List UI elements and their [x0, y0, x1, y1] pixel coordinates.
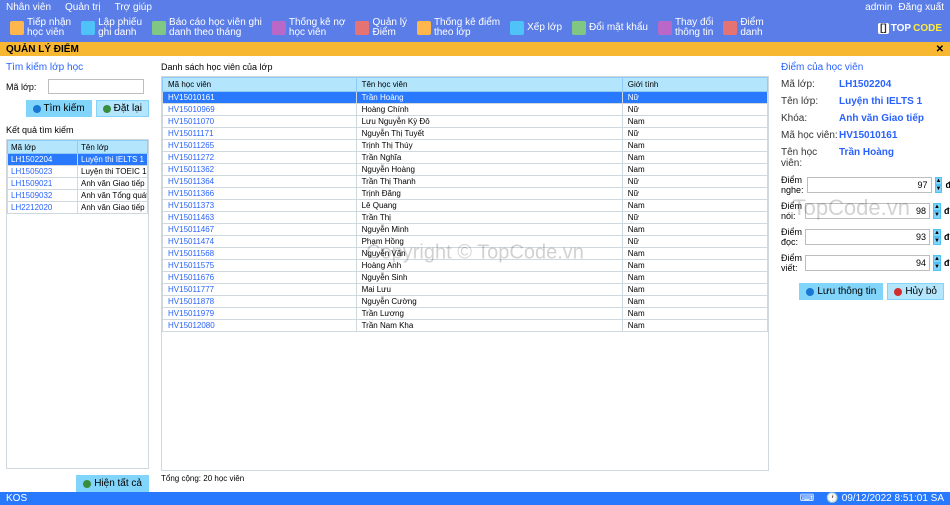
score-input[interactable]	[805, 255, 930, 271]
save-button[interactable]: Lưu thông tin	[799, 283, 883, 300]
status-left: KOS	[6, 493, 27, 504]
table-row[interactable]: HV15011364Trần Thị ThanhNữ	[163, 176, 768, 188]
info-field: Mã lớp:LH1502204	[781, 79, 944, 90]
toolbar-item[interactable]: Đổi mật khẩu	[568, 18, 652, 38]
score-row: Điểm đọc:▲▼điểm	[781, 227, 944, 247]
table-row[interactable]: HV15012080Trần Nam KhaNam	[163, 320, 768, 332]
table-row[interactable]: HV15011777Mai LưuNam	[163, 284, 768, 296]
toolbar-item[interactable]: Tiếp nhận học viên	[6, 18, 75, 38]
menu-item[interactable]: Trợ giúp	[115, 2, 152, 13]
info-field: Tên lớp:Luyện thi IELTS 1	[781, 96, 944, 107]
table-row[interactable]: HV15011568Nguyễn VănNam	[163, 248, 768, 260]
student-table[interactable]: Mã học viênTên học viênGiới tính HV15010…	[162, 77, 768, 332]
search-button[interactable]: Tìm kiếm	[26, 100, 92, 117]
score-stepper[interactable]: ▲▼	[933, 255, 941, 271]
toolbar-item[interactable]: Thống kê nợ học viên	[268, 18, 350, 38]
table-row[interactable]: LH1509021Anh văn Giao tiếp 1	[8, 178, 148, 190]
toolbar-item[interactable]: Điểm danh	[719, 18, 767, 38]
toolbar-item[interactable]: Thay đổi thông tin	[654, 18, 717, 38]
toolbar-icon	[658, 21, 672, 35]
table-row[interactable]: LH1505023Luyện thi TOEIC 1	[8, 166, 148, 178]
toolbar-icon	[510, 21, 524, 35]
score-stepper[interactable]: ▲▼	[935, 177, 943, 193]
score-row: Điểm nghe:▲▼điểm	[781, 175, 944, 195]
table-row[interactable]: HV15011366Trịnh ĐăngNữ	[163, 188, 768, 200]
toolbar-icon	[355, 21, 369, 35]
table-row[interactable]: HV15010161Trần HoàngNữ	[163, 92, 768, 104]
close-icon[interactable]: ✕	[936, 44, 944, 55]
student-list-title: Danh sách học viên của lớp	[161, 62, 769, 72]
score-row: Điểm viết:▲▼điểm	[781, 253, 944, 273]
score-input[interactable]	[805, 229, 930, 245]
table-row[interactable]: LH2212020Anh văn Giao tiếp 2	[8, 202, 148, 214]
table-row[interactable]: HV15011463Trần ThịNữ	[163, 212, 768, 224]
toolbar-icon	[572, 21, 586, 35]
reset-button[interactable]: Đặt lại	[96, 100, 149, 117]
table-row[interactable]: LH1509032Anh văn Tổng quát 1	[8, 190, 148, 202]
menu-item[interactable]: Quản trị	[65, 2, 101, 13]
menubar: Nhân viên Quản trị Trợ giúp admin Đăng xuấ…	[0, 0, 950, 14]
toolbar-icon	[81, 21, 95, 35]
score-input[interactable]	[807, 177, 932, 193]
student-total: Tổng cộng: 20 học viên	[161, 471, 769, 486]
window-title: QUẢN LÝ ĐIỂM	[6, 44, 79, 55]
table-row[interactable]: HV15011575Hoàng AnhNam	[163, 260, 768, 272]
brand-logo: []TOPCODE	[878, 23, 944, 34]
toolbar-item[interactable]: Báo cáo học viên ghi danh theo tháng	[148, 18, 266, 38]
score-row: Điểm nói:▲▼điểm	[781, 201, 944, 221]
keyboard-icon: ⌨	[800, 493, 814, 504]
toolbar-icon	[417, 21, 431, 35]
table-row[interactable]: HV15011474Phạm HồngNữ	[163, 236, 768, 248]
toolbar: Tiếp nhận học viênLập phiếu ghi danhBáo …	[0, 14, 950, 42]
table-row[interactable]: HV15011878Nguyễn CườngNam	[163, 296, 768, 308]
toolbar-item[interactable]: Lập phiếu ghi danh	[77, 18, 146, 38]
table-row[interactable]: HV15010969Hoàng ChínhNữ	[163, 104, 768, 116]
table-row[interactable]: HV15011373Lê QuangNam	[163, 200, 768, 212]
toolbar-item[interactable]: Thống kê điểm theo lớp	[413, 18, 504, 38]
ma-lop-label: Mã lớp:	[6, 82, 44, 92]
cancel-button[interactable]: Hủy bỏ	[887, 283, 944, 300]
show-all-button[interactable]: Hiện tất cả	[76, 475, 149, 492]
menu-item[interactable]: Nhân viên	[6, 2, 51, 13]
clock-icon: 🕐	[826, 493, 838, 504]
window-titlebar: QUẢN LÝ ĐIỂM ✕	[0, 42, 950, 56]
table-row[interactable]: LH1502204Luyện thi IELTS 1	[8, 154, 148, 166]
table-row[interactable]: HV15011272Trần NghĩaNam	[163, 152, 768, 164]
table-row[interactable]: HV15011265Trịnh Thị ThúyNam	[163, 140, 768, 152]
statusbar: KOS ⌨ 🕐 09/12/2022 8:51:01 SA	[0, 492, 950, 505]
logout-link[interactable]: Đăng xuất	[898, 2, 944, 13]
toolbar-item[interactable]: Xếp lớp	[506, 18, 566, 38]
table-row[interactable]: HV15011171Nguyễn Thị TuyếtNữ	[163, 128, 768, 140]
ma-lop-input[interactable]	[48, 79, 144, 94]
user-label: admin	[865, 2, 892, 13]
score-stepper[interactable]: ▲▼	[933, 203, 941, 219]
toolbar-icon	[152, 21, 166, 35]
result-label: Kết quả tìm kiếm	[6, 125, 149, 135]
toolbar-item[interactable]: Quản lý Điểm	[351, 18, 410, 38]
table-row[interactable]: HV15011676Nguyễn SinhNam	[163, 272, 768, 284]
toolbar-icon	[723, 21, 737, 35]
score-title: Điểm của học viên	[781, 62, 944, 73]
score-input[interactable]	[805, 203, 930, 219]
search-title: Tìm kiếm lớp học	[6, 62, 149, 73]
table-row[interactable]: HV15011362Nguyễn HoàngNam	[163, 164, 768, 176]
info-field: Khóa:Anh văn Giao tiếp	[781, 113, 944, 124]
table-row[interactable]: HV15011070Lưu Nguyễn Kỳ ĐôNam	[163, 116, 768, 128]
toolbar-icon	[10, 21, 24, 35]
score-stepper[interactable]: ▲▼	[933, 229, 941, 245]
info-field: Tên học viên:Trần Hoàng	[781, 147, 944, 169]
table-row[interactable]: HV15011979Trần LươngNam	[163, 308, 768, 320]
class-table[interactable]: Mã lớpTên lớp LH1502204Luyện thi IELTS 1…	[7, 140, 148, 214]
table-row[interactable]: HV15011467Nguyễn MinhNam	[163, 224, 768, 236]
toolbar-icon	[272, 21, 286, 35]
status-time: 09/12/2022 8:51:01 SA	[842, 493, 944, 504]
info-field: Mã học viên:HV15010161	[781, 130, 944, 141]
